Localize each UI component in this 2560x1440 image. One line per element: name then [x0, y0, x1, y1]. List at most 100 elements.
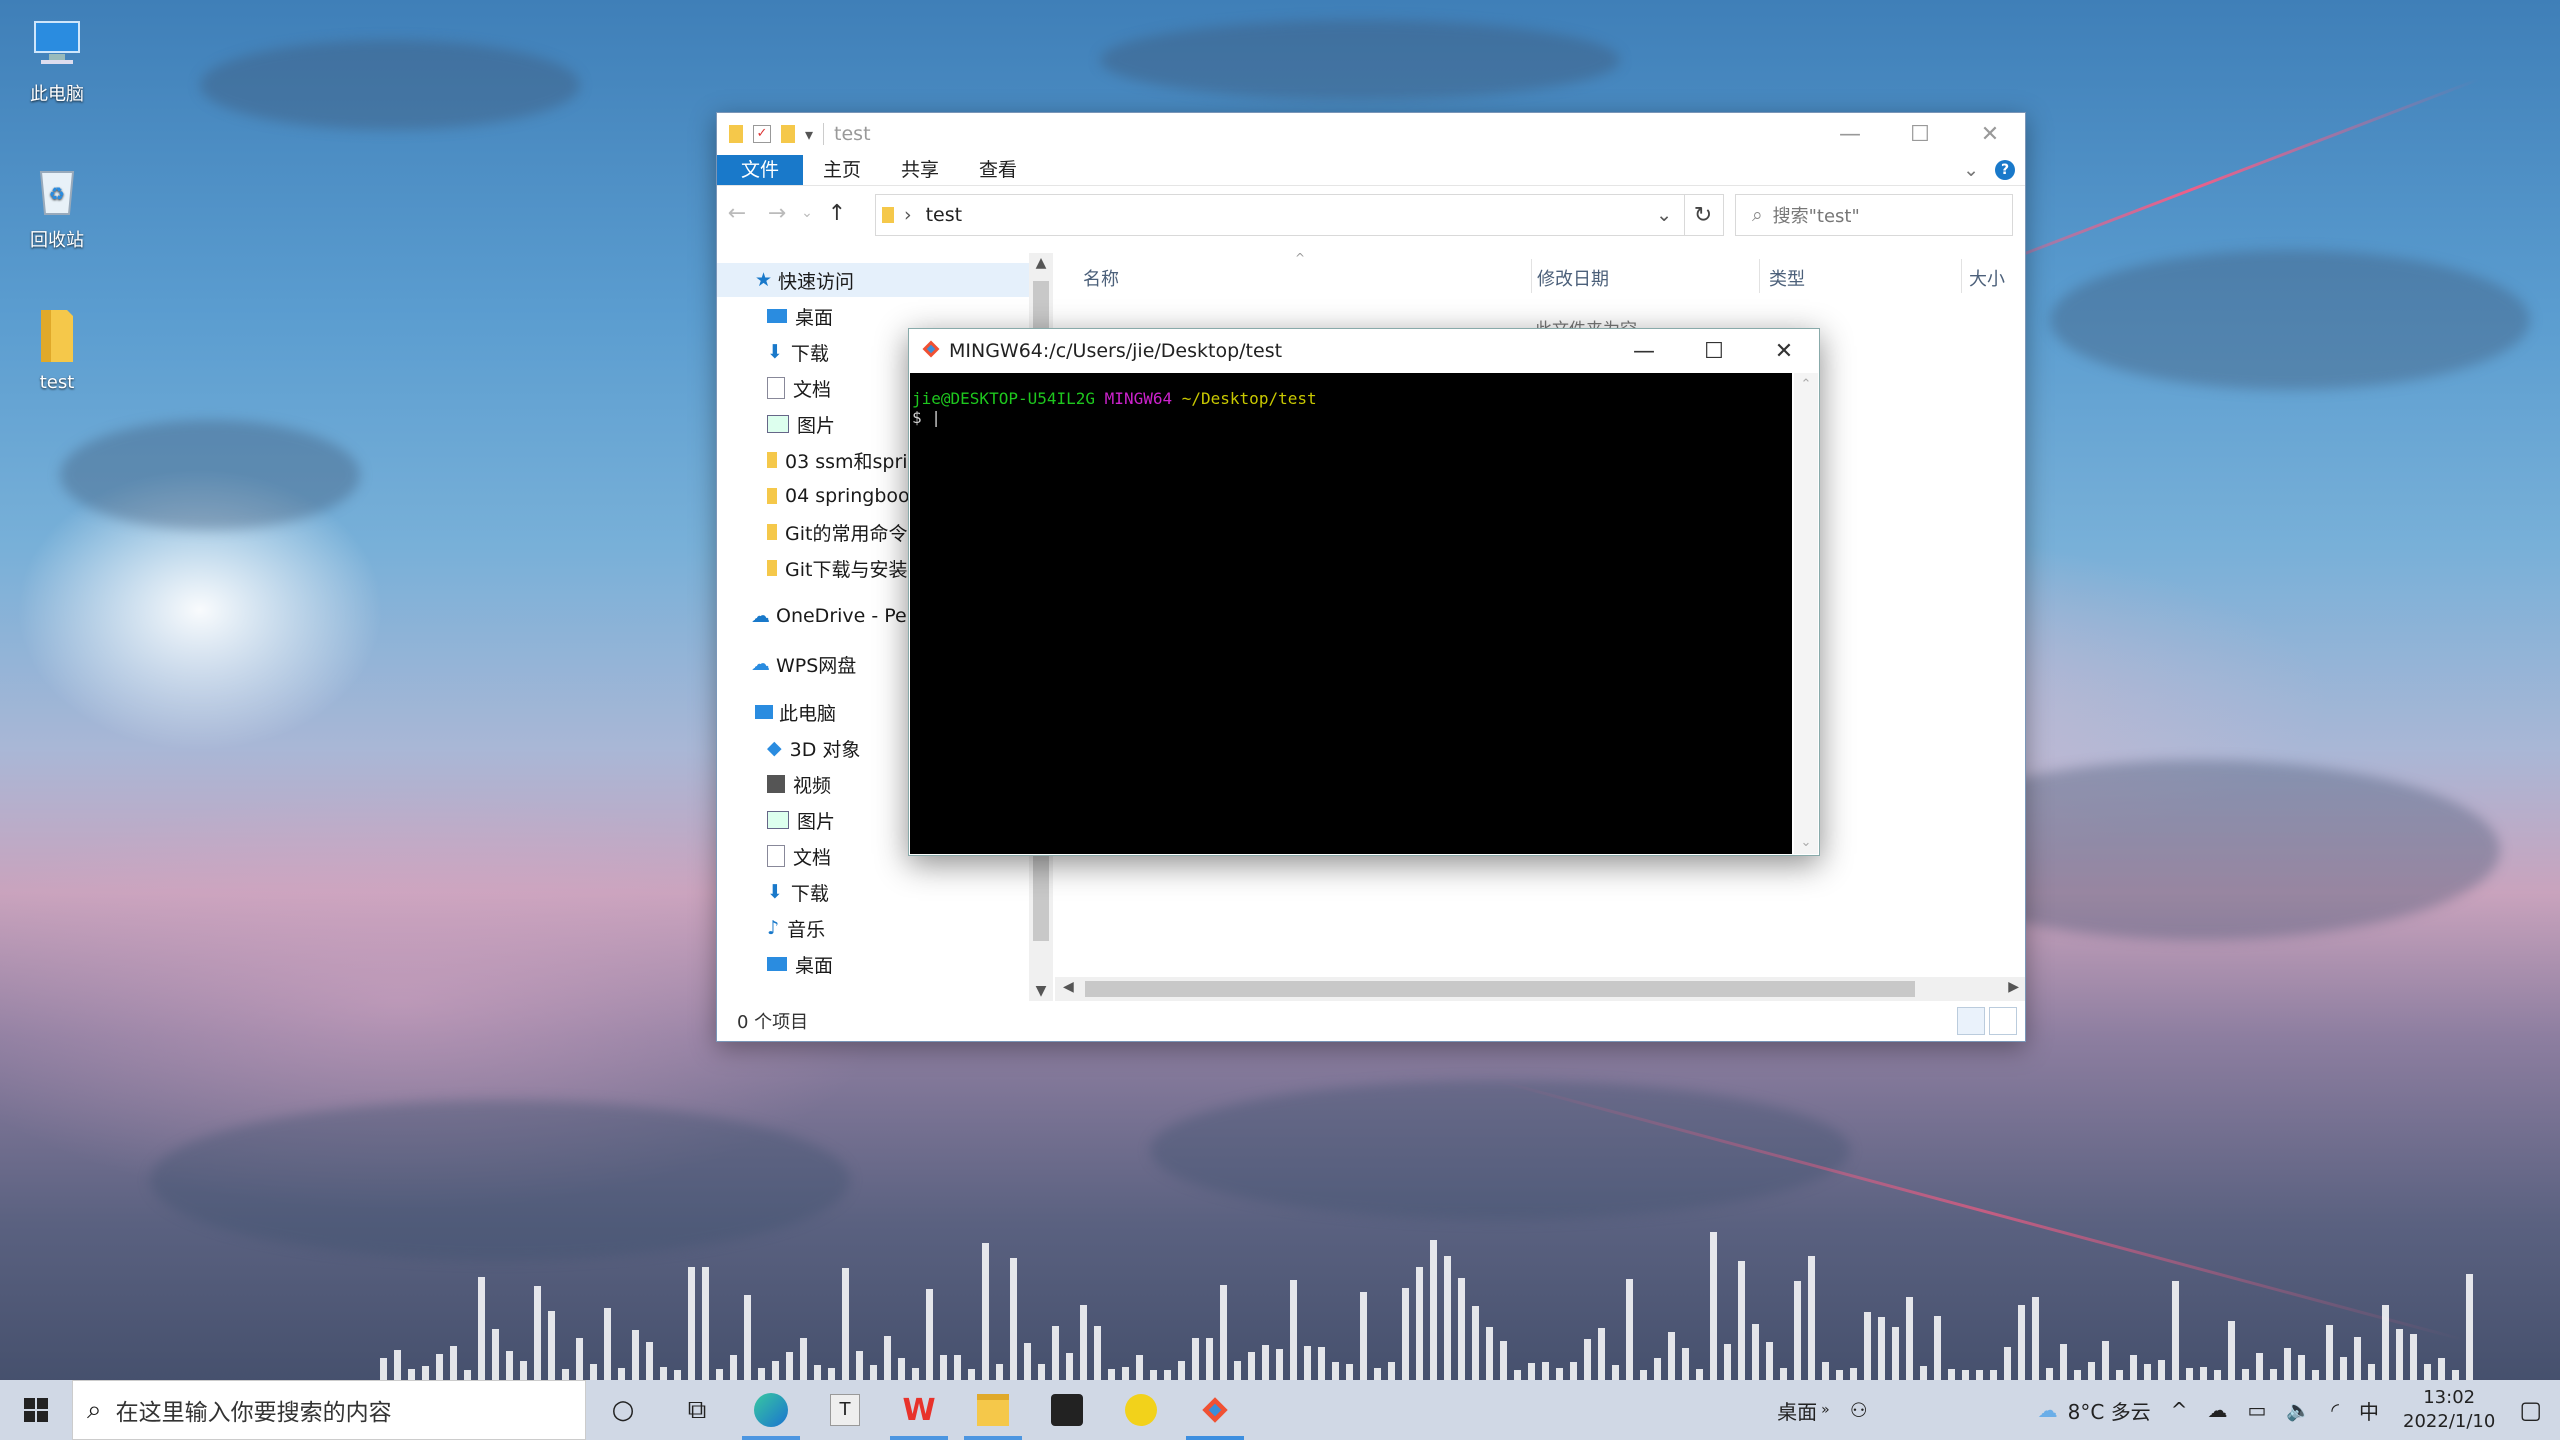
- notification-icon[interactable]: ▢: [2519, 1396, 2542, 1424]
- visualizer-bar: [1906, 1296, 1913, 1380]
- nav-onedrive[interactable]: ☁ OneDrive - Pers: [751, 599, 924, 633]
- expand-ribbon-icon[interactable]: ⌄: [1963, 159, 1979, 181]
- weather-text[interactable]: 8°C 多云: [2068, 1396, 2151, 1425]
- column-type[interactable]: 类型: [1769, 265, 1805, 291]
- breadcrumb[interactable]: test: [926, 204, 963, 226]
- maximize-button[interactable]: ☐: [1885, 113, 1955, 155]
- terminal-title-bar[interactable]: MINGW64:/c/Users/jie/Desktop/test — ☐ ✕: [909, 329, 1819, 373]
- nav-music[interactable]: ♪ 音乐: [767, 911, 825, 945]
- details-view-icon[interactable]: [1957, 1007, 1985, 1035]
- scroll-up-icon[interactable]: ▲: [1029, 255, 1053, 271]
- large-icons-view-icon[interactable]: [1989, 1007, 2017, 1035]
- search-input[interactable]: 搜索"test": [1773, 202, 1860, 228]
- scroll-down-icon[interactable]: ⌄: [1794, 835, 1818, 850]
- chevron-double-right-icon[interactable]: »: [1821, 1402, 1830, 1418]
- edge-icon[interactable]: [734, 1380, 808, 1440]
- nav-pictures[interactable]: 图片: [767, 803, 835, 837]
- terminal-screen[interactable]: jie@DESKTOP-U54IL2G MINGW64 ~/Desktop/te…: [910, 373, 1792, 854]
- nav-desktop[interactable]: 桌面: [767, 947, 833, 981]
- nav-this-pc[interactable]: 此电脑: [755, 695, 836, 729]
- nav-quick-access[interactable]: ★ 快速访问: [717, 263, 1029, 297]
- forward-icon[interactable]: →: [757, 201, 797, 226]
- nav-documents[interactable]: 文档: [767, 839, 831, 873]
- back-icon[interactable]: ←: [717, 201, 757, 226]
- nav-folder[interactable]: Git下载与安装: [767, 551, 907, 585]
- nav-pictures[interactable]: 图片: [767, 407, 835, 441]
- nav-folder[interactable]: 03 ssm和sprir: [767, 443, 915, 477]
- scroll-right-icon[interactable]: ▶: [2008, 979, 2019, 995]
- nav-wps-drive[interactable]: ☁ WPS网盘: [751, 647, 856, 681]
- tab-share[interactable]: 共享: [881, 155, 959, 185]
- task-view-icon[interactable]: ⧉: [660, 1380, 734, 1440]
- file-explorer-icon[interactable]: [956, 1380, 1030, 1440]
- app-icon[interactable]: [1030, 1380, 1104, 1440]
- nav-3d-objects[interactable]: ◆ 3D 对象: [767, 731, 860, 765]
- visualizer-bar: [1612, 1365, 1619, 1380]
- minimize-button[interactable]: —: [1815, 113, 1885, 155]
- music-note-icon: ♪: [767, 917, 780, 939]
- visualizer-bar: [968, 1369, 975, 1380]
- scroll-up-icon[interactable]: ⌃: [1794, 377, 1818, 392]
- nav-videos[interactable]: 视频: [767, 767, 831, 801]
- desktop-icon-recycle-bin[interactable]: ♻ 回收站: [18, 160, 96, 252]
- new-folder-icon[interactable]: [781, 125, 795, 143]
- column-size[interactable]: 大小: [1969, 265, 2005, 291]
- desktop-toolbar[interactable]: 桌面: [1777, 1396, 1817, 1425]
- address-bar[interactable]: › test ⌄: [875, 194, 1685, 236]
- tab-file[interactable]: 文件: [717, 155, 804, 185]
- visualizer-bar: [674, 1369, 681, 1380]
- wps-icon[interactable]: W: [882, 1380, 956, 1440]
- visualizer-bar: [2172, 1280, 2179, 1380]
- volume-icon[interactable]: 🔈: [2286, 1398, 2311, 1422]
- nav-downloads[interactable]: ⬇ 下载: [767, 875, 829, 909]
- wifi-icon[interactable]: ◜: [2331, 1398, 2339, 1422]
- clock[interactable]: 13:02 2022/1/10: [2403, 1386, 2495, 1434]
- explorer-title-bar[interactable]: ✓ ▾ test — ☐ ✕: [717, 113, 2025, 155]
- typora-icon[interactable]: T: [808, 1380, 882, 1440]
- up-icon[interactable]: ↑: [817, 201, 857, 226]
- desktop-icon-test-folder[interactable]: test: [18, 306, 96, 393]
- horizontal-scrollbar[interactable]: ◀ ▶: [1055, 977, 2025, 1001]
- input-line[interactable]: $ |: [912, 408, 1790, 427]
- visualizer-bar: [2158, 1359, 2165, 1380]
- customize-toolbar-icon[interactable]: ▾: [805, 125, 813, 144]
- nav-downloads[interactable]: ⬇ 下载: [767, 335, 829, 369]
- properties-icon[interactable]: ✓: [753, 125, 771, 143]
- cortana-icon[interactable]: ○: [586, 1380, 660, 1440]
- people-icon[interactable]: ⚇: [1850, 1398, 1868, 1422]
- start-button[interactable]: [0, 1380, 72, 1440]
- nav-desktop[interactable]: 桌面: [767, 299, 833, 333]
- column-name[interactable]: 名称: [1083, 265, 1119, 291]
- onedrive-icon[interactable]: ☁: [2207, 1398, 2227, 1422]
- scrollbar-thumb[interactable]: [1085, 981, 1915, 997]
- music-icon[interactable]: [1104, 1380, 1178, 1440]
- help-icon[interactable]: ?: [1995, 160, 2015, 180]
- nav-documents[interactable]: 文档: [767, 371, 831, 405]
- chevron-down-icon[interactable]: ⌄: [1656, 204, 1672, 226]
- scroll-left-icon[interactable]: ◀: [1063, 979, 1074, 995]
- recent-locations-icon[interactable]: ⌄: [797, 205, 817, 221]
- visualizer-bar: [1346, 1363, 1353, 1380]
- column-date[interactable]: 修改日期: [1537, 265, 1609, 291]
- close-button[interactable]: ✕: [1749, 329, 1819, 373]
- git-bash-icon[interactable]: [1178, 1380, 1252, 1440]
- chevron-up-icon[interactable]: ^: [2171, 1398, 2188, 1422]
- close-button[interactable]: ✕: [1955, 113, 2025, 155]
- taskbar-search-input[interactable]: 在这里输入你要搜索的内容: [116, 1393, 392, 1427]
- taskbar-search[interactable]: ⌕ 在这里输入你要搜索的内容: [72, 1380, 586, 1440]
- maximize-button[interactable]: ☐: [1679, 329, 1749, 373]
- visualizer-bar: [1164, 1369, 1171, 1380]
- tab-view[interactable]: 查看: [959, 155, 1037, 185]
- scroll-down-icon[interactable]: ▼: [1029, 983, 1053, 999]
- refresh-button[interactable]: ↻: [1683, 194, 1724, 236]
- nav-folder[interactable]: 04 springboo: [767, 479, 910, 513]
- battery-icon[interactable]: ▭: [2247, 1398, 2266, 1422]
- minimize-button[interactable]: —: [1609, 329, 1679, 373]
- terminal-scrollbar[interactable]: ⌃ ⌄: [1794, 373, 1818, 854]
- search-box[interactable]: ⌕ 搜索"test": [1735, 194, 2013, 236]
- tab-home[interactable]: 主页: [803, 155, 881, 185]
- desktop-icon-this-pc[interactable]: 此电脑: [18, 14, 96, 106]
- ime-indicator[interactable]: 中: [2359, 1396, 2379, 1425]
- visualizer-bar: [716, 1369, 723, 1380]
- nav-folder[interactable]: Git的常用命令: [767, 515, 907, 549]
